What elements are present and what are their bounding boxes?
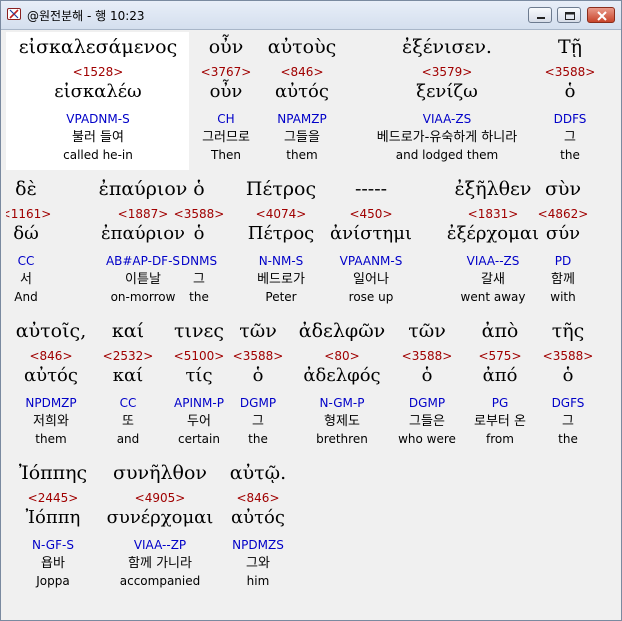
- word-morph: NPDMZS: [232, 538, 284, 552]
- word-cell[interactable]: τῆς <3588> ὁ DGFS 그 the: [532, 316, 604, 454]
- word-strong: <4862>: [537, 207, 589, 221]
- window-title: @원전분해 - 행 10:23: [27, 9, 145, 23]
- word-morph: PD: [554, 254, 572, 268]
- word-korean: 그와: [246, 556, 270, 571]
- word-greek: αὐτῷ.: [229, 462, 287, 484]
- word-korean: 그: [562, 414, 574, 429]
- main-window: @원전분해 - 행 10:23 εἰσκαλεσάμενος <1528> εἰσκ…: [0, 0, 622, 621]
- word-english: with: [550, 290, 576, 304]
- word-korean: 그: [564, 130, 576, 145]
- word-cell[interactable]: Τῇ <3588> ὁ DDFS 그 the: [530, 32, 610, 170]
- close-icon: [588, 8, 614, 22]
- word-morph: DGFS: [551, 396, 585, 410]
- minimize-button[interactable]: [528, 7, 552, 23]
- word-strong: <3588>: [542, 349, 594, 363]
- word-korean: 함께: [551, 272, 575, 287]
- close-button[interactable]: [587, 7, 615, 23]
- title-bar[interactable]: @원전분해 - 행 10:23: [1, 1, 621, 30]
- word-morph: DDFS: [553, 112, 587, 126]
- word-lemma: ὁ: [564, 81, 576, 102]
- word-greek: σὺν: [544, 178, 582, 200]
- book-cross-icon[interactable]: [6, 6, 22, 22]
- maximize-icon: [558, 8, 580, 22]
- word-strong: <846>: [236, 491, 280, 505]
- word-lemma: ὁ: [562, 365, 574, 386]
- word-english: the: [560, 148, 580, 162]
- word-cell[interactable]: σὺν <4862> σύν PD 함께 with: [523, 174, 603, 312]
- word-english: him: [246, 574, 270, 588]
- word-greek: τῆς: [551, 320, 585, 342]
- word-strong: <3588>: [544, 65, 596, 79]
- minimize-icon: [529, 8, 551, 22]
- word-cell[interactable]: αὐτῷ. <846> αὐτός NPDMZS 그와 him: [218, 458, 298, 596]
- interlinear-panel: εἰσκαλεσάμενος <1528> εἰσκαλέω VPADNM-S 불러 들…: [6, 32, 615, 615]
- word-cell[interactable]: δὲ<1161>δώCC서And: [6, 174, 51, 312]
- word-greek: Τῇ: [557, 36, 583, 58]
- word-lemma: αὐτός: [231, 507, 285, 528]
- word-english: the: [558, 432, 578, 446]
- maximize-button[interactable]: [557, 7, 581, 23]
- word-lemma: σύν: [545, 223, 581, 244]
